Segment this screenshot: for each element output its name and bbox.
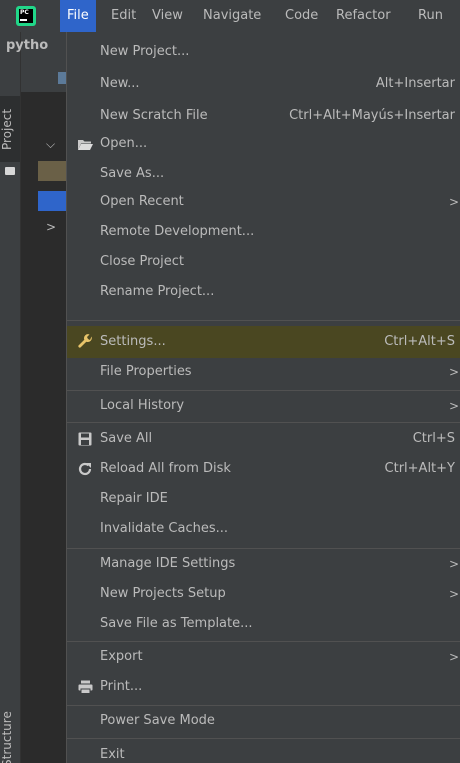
menu-code[interactable]: Code [278, 0, 325, 32]
menu-item-invalidate-caches[interactable]: Invalidate Caches... [67, 513, 460, 545]
menu-file[interactable]: File [60, 0, 96, 32]
submenu-arrow-icon: > [448, 587, 459, 601]
menu-item-label: File Properties [100, 364, 192, 379]
menu-item-export[interactable]: Export > [67, 641, 460, 673]
menu-item-label: Print... [100, 679, 143, 694]
submenu-arrow-icon: > [448, 557, 459, 571]
submenu-arrow-icon: > [448, 365, 459, 379]
menu-refactor[interactable]: Refactor [329, 0, 398, 32]
menu-item-settings[interactable]: Settings... Ctrl+Alt+S [67, 326, 460, 358]
tool-tab-project[interactable]: Project [0, 96, 20, 162]
menu-item-rename-project[interactable]: Rename Project... [67, 276, 460, 308]
project-panel-title: pytho [6, 38, 49, 53]
menu-item-label: Remote Development... [100, 224, 255, 239]
menu-item-open-recent[interactable]: Open Recent > [67, 186, 460, 218]
wrench-icon [77, 334, 93, 349]
ide-window: PC File Edit View Navigate Code Refactor… [0, 0, 460, 763]
menu-item-power-save-mode[interactable]: Power Save Mode [67, 705, 460, 737]
menu-item-file-properties[interactable]: File Properties > [67, 356, 460, 388]
menu-item-new-projects-setup[interactable]: New Projects Setup > [67, 578, 460, 610]
menu-item-label: Power Save Mode [100, 713, 215, 728]
chevron-down-icon[interactable]: ⌵ [46, 137, 55, 152]
menu-item-shortcut: Ctrl+S [412, 431, 455, 446]
tree-row[interactable] [38, 161, 66, 181]
menu-separator [67, 320, 460, 321]
menu-item-label: Settings... [100, 334, 166, 349]
menu-bar: PC File Edit View Navigate Code Refactor… [0, 0, 460, 32]
pycharm-logo-icon[interactable]: PC [16, 6, 36, 26]
menu-item-label: Invalidate Caches... [100, 521, 229, 536]
save-icon [77, 432, 93, 446]
menu-item-close-project[interactable]: Close Project [67, 246, 460, 278]
tool-tab-structure[interactable]: Structure [0, 704, 20, 763]
menu-item-label: New Projects Setup [100, 586, 226, 601]
submenu-arrow-icon: > [448, 195, 459, 209]
menu-item-label: Local History [100, 398, 185, 413]
menu-item-label: Save File as Template... [100, 616, 253, 631]
menu-item-open[interactable]: Open... [67, 128, 460, 160]
menu-item-label: Export [100, 649, 143, 664]
menu-item-label: New... [100, 76, 140, 91]
reload-icon [77, 462, 93, 476]
menu-item-local-history[interactable]: Local History > [67, 390, 460, 422]
submenu-arrow-icon: > [448, 650, 459, 664]
menu-item-shortcut: Alt+Insertar [375, 76, 455, 91]
menu-item-label: New Project... [100, 44, 190, 59]
menu-view[interactable]: View [145, 0, 190, 32]
menu-item-label: Open Recent [100, 194, 184, 209]
menu-item-reload-all-from-disk[interactable]: Reload All from Disk Ctrl+Alt+Y [67, 453, 460, 485]
menu-item-repair-ide[interactable]: Repair IDE [67, 483, 460, 515]
file-icon [58, 72, 66, 84]
menu-item-save-file-as-template[interactable]: Save File as Template... [67, 608, 460, 640]
folder-open-icon [77, 137, 93, 151]
menu-item-manage-ide-settings[interactable]: Manage IDE Settings > [67, 548, 460, 580]
menu-item-label: Rename Project... [100, 284, 215, 299]
menu-item-label: Save All [100, 431, 153, 446]
menu-item-print[interactable]: Print... [67, 671, 460, 703]
print-icon [77, 680, 93, 694]
menu-item-new[interactable]: New... Alt+Insertar [67, 68, 460, 100]
menu-run[interactable]: Run [411, 0, 450, 32]
menu-item-new-project[interactable]: New Project... [67, 36, 460, 68]
menu-navigate[interactable]: Navigate [196, 0, 268, 32]
menu-item-remote-development[interactable]: Remote Development... [67, 216, 460, 248]
folder-icon [5, 167, 15, 175]
chevron-right-icon[interactable]: > [46, 220, 56, 234]
menu-edit[interactable]: Edit [104, 0, 143, 32]
submenu-arrow-icon: > [448, 399, 459, 413]
menu-item-label: Open... [100, 136, 148, 151]
file-menu-dropdown: New Project... New... Alt+Insertar New S… [66, 32, 460, 763]
menu-item-label: Close Project [100, 254, 185, 269]
menu-item-label: Exit [100, 747, 125, 762]
menu-item-shortcut: Ctrl+Alt+Y [384, 461, 455, 476]
left-tool-strip: Project Structure [0, 32, 21, 763]
menu-item-label: Reload All from Disk [100, 461, 231, 476]
menu-item-label: Repair IDE [100, 491, 168, 506]
menu-item-save-all[interactable]: Save All Ctrl+S [67, 423, 460, 455]
tree-row[interactable] [38, 191, 66, 211]
menu-item-exit[interactable]: Exit [67, 739, 460, 763]
menu-item-shortcut: Ctrl+Alt+S [384, 334, 455, 349]
menu-item-label: Manage IDE Settings [100, 556, 236, 571]
